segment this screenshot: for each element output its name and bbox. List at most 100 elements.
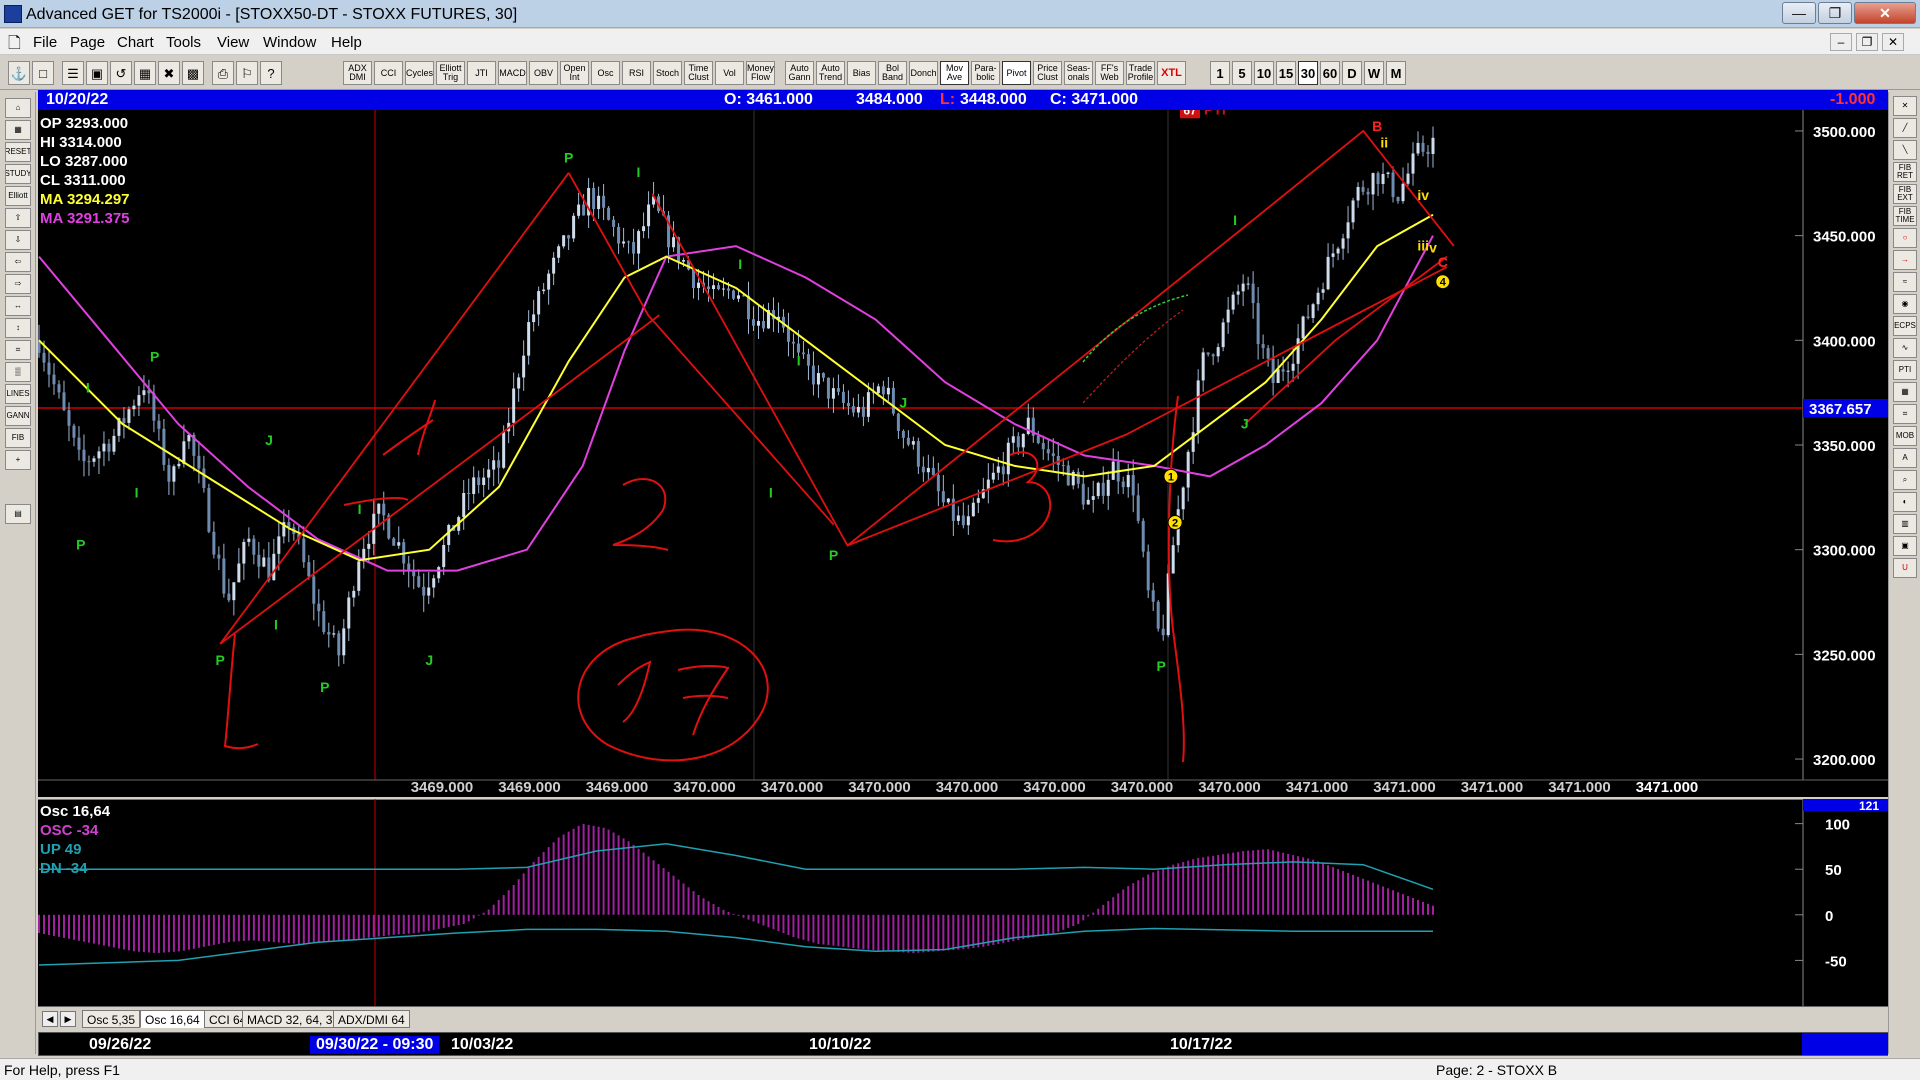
- close-button[interactable]: ✕: [1854, 2, 1916, 24]
- delete-icon[interactable]: ✖: [158, 61, 180, 85]
- study-button-auto-gann[interactable]: Auto Gann: [785, 61, 814, 85]
- layout-icon[interactable]: ▦: [5, 120, 31, 140]
- interval-button-d[interactable]: D: [1342, 61, 1362, 85]
- tab-macd[interactable]: MACD 32, 64, 32: [242, 1010, 345, 1028]
- study-button-cci[interactable]: CCI: [374, 61, 403, 85]
- interval-button-60[interactable]: 60: [1320, 61, 1340, 85]
- mdi-minimize-button[interactable]: –: [1830, 33, 1852, 51]
- fib-retracement-button[interactable]: FIB RET: [1893, 162, 1917, 182]
- oscillator-panel[interactable]: 100 50 0 -50 121 Osc 16,64 OSC -34 UP 49 DN -34: [38, 798, 1888, 1006]
- expand-v-icon[interactable]: ↕: [5, 318, 31, 338]
- study-button-auto-trend[interactable]: Auto Trend: [816, 61, 845, 85]
- zoom-icon[interactable]: ⌕: [1893, 470, 1917, 490]
- home-icon[interactable]: ⌂: [5, 98, 31, 118]
- mdi-close-button[interactable]: ✕: [1882, 33, 1904, 51]
- study-button-bol-band[interactable]: Bol Band: [878, 61, 907, 85]
- print-icon[interactable]: ⎙: [212, 61, 234, 85]
- target-icon[interactable]: ◉: [1893, 294, 1917, 314]
- study-button-osc[interactable]: Osc: [591, 61, 620, 85]
- fib-time-button[interactable]: FIB TIME: [1893, 206, 1917, 226]
- study-button[interactable]: STUDY: [5, 164, 31, 184]
- wave-icon[interactable]: ≈: [1893, 272, 1917, 292]
- interval-button-15[interactable]: 15: [1276, 61, 1296, 85]
- price-chart-svg[interactable]: 3500.000 3450.000 3400.000 3350.000 3300.000…: [37, 101, 1888, 797]
- flag-icon[interactable]: ⚐: [236, 61, 258, 85]
- study-button-seas-onals[interactable]: Seas-onals: [1064, 61, 1093, 85]
- interval-button-10[interactable]: 10: [1254, 61, 1274, 85]
- study-button-pivot[interactable]: Pivot: [1002, 61, 1031, 85]
- circle-icon[interactable]: ○: [1893, 228, 1917, 248]
- refresh-icon[interactable]: ↺: [110, 61, 132, 85]
- tab-osc-16-64[interactable]: Osc 16,64: [140, 1010, 205, 1028]
- menu-page[interactable]: Page: [70, 34, 105, 51]
- zoom-icon[interactable]: ⌗: [5, 340, 31, 360]
- interval-button-m[interactable]: M: [1386, 61, 1406, 85]
- study-button-xtl[interactable]: XTL: [1157, 61, 1186, 85]
- line-down-icon[interactable]: ╲: [1893, 140, 1917, 160]
- elliott-button[interactable]: Elliott: [5, 186, 31, 206]
- scroll-right-icon[interactable]: ⇨: [5, 274, 31, 294]
- crosshair-icon[interactable]: ⌗: [1893, 404, 1917, 424]
- help-icon[interactable]: ?: [260, 61, 282, 85]
- study-button-ff-s-web[interactable]: FF's Web: [1095, 61, 1124, 85]
- study-button-para-bolic[interactable]: Para-bolic: [971, 61, 1000, 85]
- interval-button-30[interactable]: 30: [1298, 61, 1318, 85]
- menu-window[interactable]: Window: [263, 34, 316, 51]
- menu-tools[interactable]: Tools: [166, 34, 201, 51]
- layout-icon[interactable]: ▩: [182, 61, 204, 85]
- study-button-elliott-trig[interactable]: Elliott Trig: [436, 61, 465, 85]
- maximize-button[interactable]: ❐: [1818, 2, 1852, 24]
- study-button-donch[interactable]: Donch: [909, 61, 938, 85]
- open-icon[interactable]: ☰: [62, 61, 84, 85]
- study-button-jti[interactable]: JTI: [467, 61, 496, 85]
- study-button-adx-dmi[interactable]: ADX DMI: [343, 61, 372, 85]
- interval-button-w[interactable]: W: [1364, 61, 1384, 85]
- layout-icon[interactable]: ▣: [1893, 536, 1917, 556]
- expand-h-icon[interactable]: ↔: [5, 296, 31, 316]
- magnet-icon[interactable]: U: [1893, 558, 1917, 578]
- line-icon[interactable]: ╱: [1893, 118, 1917, 138]
- columns-icon[interactable]: ▥: [1893, 514, 1917, 534]
- study-button-money-flow[interactable]: Money Flow: [746, 61, 775, 85]
- menu-view[interactable]: View: [217, 34, 249, 51]
- study-button-rsi[interactable]: RSI: [622, 61, 651, 85]
- menu-file[interactable]: File: [33, 34, 57, 51]
- study-button-price-clust[interactable]: Price Clust: [1033, 61, 1062, 85]
- ecps-button[interactable]: ECPS: [1893, 316, 1917, 336]
- reset-button[interactable]: RESET: [5, 142, 31, 162]
- study-button-stoch[interactable]: Stoch: [653, 61, 682, 85]
- mob-button[interactable]: MOB: [1893, 426, 1917, 446]
- contrast-icon[interactable]: ◐: [1893, 492, 1917, 512]
- gann-button[interactable]: GANN: [5, 406, 31, 426]
- date-scroll-thumb[interactable]: [1802, 1033, 1888, 1055]
- new-page-icon[interactable]: □: [32, 61, 54, 85]
- grid-icon[interactable]: ▒: [5, 362, 31, 382]
- interval-button-5[interactable]: 5: [1232, 61, 1252, 85]
- date-axis[interactable]: 09/26/22 09/30/22 - 09:30 10/03/22 10/10…: [38, 1032, 1888, 1056]
- study-button-mov-ave[interactable]: Mov Ave: [940, 61, 969, 85]
- scroll-left-icon[interactable]: ⇦: [5, 252, 31, 272]
- fib-button[interactable]: FIB: [5, 428, 31, 448]
- study-button-bias[interactable]: Bias: [847, 61, 876, 85]
- price-chart[interactable]: 3500.000 3450.000 3400.000 3350.000 3300.000…: [37, 101, 1888, 797]
- tab-adx-dmi[interactable]: ADX/DMI 64: [333, 1010, 410, 1028]
- lines-button[interactable]: LINES: [5, 384, 31, 404]
- interval-button-1[interactable]: 1: [1210, 61, 1230, 85]
- tab-scroll-right-icon[interactable]: ▶: [60, 1011, 76, 1027]
- pointer-icon[interactable]: ⚓: [8, 61, 30, 85]
- menu-chart[interactable]: Chart: [117, 34, 154, 51]
- crosshair-icon[interactable]: +: [5, 450, 31, 470]
- study-button-trade-profile[interactable]: Trade Profile: [1126, 61, 1155, 85]
- arrow-icon[interactable]: →: [1893, 250, 1917, 270]
- oscillator-svg[interactable]: 100 50 0 -50 121 Osc 16,64 OSC -34 UP 49 DN -34: [38, 798, 1888, 1006]
- study-button-vol[interactable]: Vol: [715, 61, 744, 85]
- scroll-up-icon[interactable]: ⇧: [5, 208, 31, 228]
- tab-scroll-left-icon[interactable]: ◀: [42, 1011, 58, 1027]
- study-button-obv[interactable]: OBV: [529, 61, 558, 85]
- text-icon[interactable]: A: [1893, 448, 1917, 468]
- study-button-macd[interactable]: MACD: [498, 61, 527, 85]
- mdi-restore-button[interactable]: ❐: [1856, 33, 1878, 51]
- pti-button[interactable]: PTI: [1893, 360, 1917, 380]
- study-button-time-clust[interactable]: Time Clust: [684, 61, 713, 85]
- grid-icon[interactable]: ▦: [134, 61, 156, 85]
